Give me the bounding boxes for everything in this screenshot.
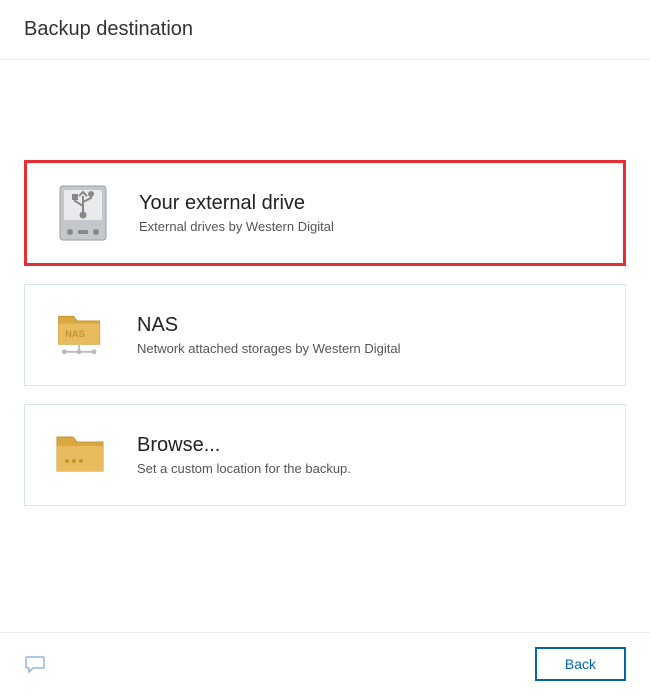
option-title: NAS xyxy=(137,314,401,337)
page-title: Backup destination xyxy=(24,18,626,41)
usb-drive-icon xyxy=(55,185,111,241)
option-subtitle: Set a custom location for the backup. xyxy=(137,461,351,476)
page-header: Backup destination xyxy=(0,0,650,60)
page-footer: Back xyxy=(0,632,650,695)
option-title: Your external drive xyxy=(139,192,334,215)
option-nas[interactable]: NAS NAS Network attached storages by Wes… xyxy=(24,284,626,386)
option-title: Browse... xyxy=(137,434,351,457)
option-subtitle: External drives by Western Digital xyxy=(139,219,334,234)
chat-icon[interactable] xyxy=(24,654,46,674)
options-list: Your external drive External drives by W… xyxy=(0,60,650,632)
browse-folder-icon xyxy=(53,427,109,483)
back-button[interactable]: Back xyxy=(535,647,626,681)
nas-folder-icon: NAS xyxy=(53,307,109,363)
option-text: Browse... Set a custom location for the … xyxy=(137,434,351,476)
option-text: Your external drive External drives by W… xyxy=(139,192,334,234)
option-subtitle: Network attached storages by Western Dig… xyxy=(137,341,401,356)
option-text: NAS Network attached storages by Western… xyxy=(137,314,401,356)
option-external-drive[interactable]: Your external drive External drives by W… xyxy=(24,160,626,266)
option-browse[interactable]: Browse... Set a custom location for the … xyxy=(24,404,626,506)
svg-text:NAS: NAS xyxy=(65,329,85,339)
